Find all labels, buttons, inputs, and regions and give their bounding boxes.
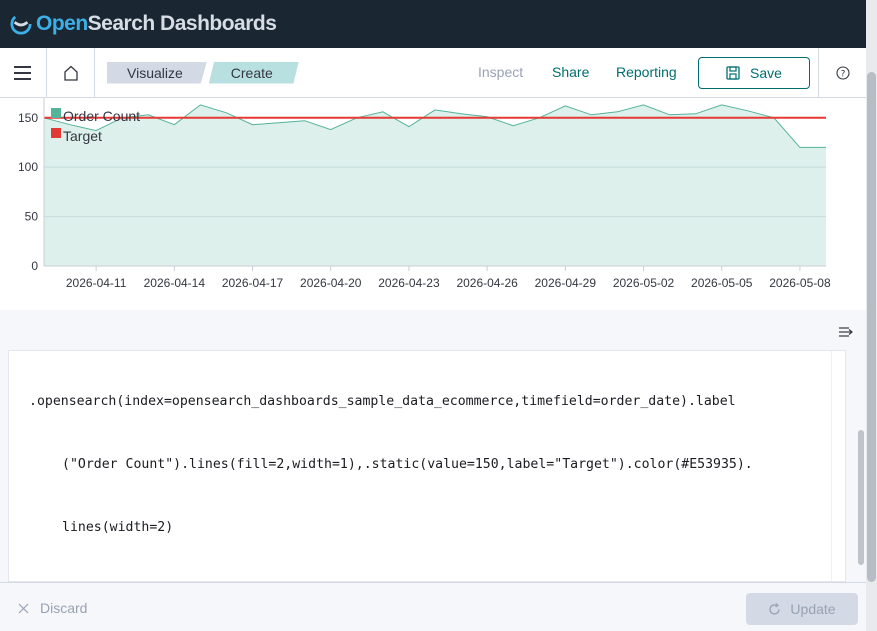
save-label: Save — [750, 65, 782, 81]
breadcrumb-create[interactable]: Create — [208, 61, 299, 84]
menu-button[interactable] — [0, 47, 47, 98]
top-header: OpenSearch Dashboards — [0, 0, 866, 48]
legend-label: Order Count — [63, 108, 140, 124]
editor-gutter-line — [831, 351, 832, 581]
code-line: lines(width=2) — [62, 520, 174, 535]
close-icon — [18, 603, 29, 613]
breadcrumb-label: Visualize — [127, 64, 183, 81]
discard-button[interactable]: Discard — [18, 600, 87, 616]
x-tick-label: 2026-05-02 — [613, 276, 675, 290]
editor-scrollbar[interactable] — [858, 430, 864, 565]
page-scrollbar[interactable] — [867, 72, 876, 582]
opensearch-logo-icon — [10, 13, 32, 35]
breadcrumb-visualize[interactable]: Visualize — [107, 61, 207, 84]
wrap-lines-icon[interactable] — [838, 325, 854, 339]
refresh-icon — [769, 602, 781, 615]
save-button[interactable]: Save — [698, 57, 810, 89]
share-button[interactable]: Share — [552, 64, 589, 80]
home-button[interactable] — [47, 47, 95, 98]
save-icon — [726, 66, 740, 80]
x-tick-label: 2026-04-14 — [144, 276, 206, 290]
inspect-button[interactable]: Inspect — [478, 64, 523, 80]
y-tick-label: 0 — [31, 259, 38, 273]
bottom-bar: Discard Update — [0, 582, 866, 631]
help-button[interactable]: ? — [818, 48, 866, 98]
y-tick-label: 50 — [25, 210, 39, 224]
x-tick-label: 2026-04-23 — [378, 276, 440, 290]
timeline-chart: 0 50 100 150 2026-04-11 2026-04-14 2026-04-17 2… — [18, 98, 831, 290]
app-bar: Visualize Create Inspect Share Reporting… — [0, 47, 866, 98]
breadcrumb-label: Create — [230, 64, 273, 81]
x-tick-label: 2026-04-11 — [66, 276, 127, 290]
x-tick-label: 2026-04-20 — [300, 276, 362, 290]
legend-label: Target — [63, 128, 102, 144]
code-line: .opensearch(index=opensearch_dashboards_… — [29, 394, 736, 409]
help-icon: ? — [835, 66, 850, 80]
expression-code[interactable]: .opensearch(index=opensearch_dashboards_… — [9, 349, 845, 580]
x-tick-label: 2026-04-26 — [456, 276, 518, 290]
update-label: Update — [790, 601, 836, 617]
hamburger-icon — [14, 65, 31, 80]
code-line: ("Order Count").lines(fill=2,width=1),.s… — [62, 457, 753, 472]
svg-text:?: ? — [840, 70, 845, 80]
chart-panel: 0 50 100 150 2026-04-11 2026-04-14 2026-04-17 2… — [0, 98, 866, 310]
reporting-button[interactable]: Reporting — [616, 64, 677, 80]
x-tick-label: 2026-05-05 — [691, 276, 753, 290]
legend-swatch — [51, 128, 61, 138]
update-button[interactable]: Update — [746, 593, 858, 625]
x-tick-label: 2026-04-29 — [535, 276, 597, 290]
x-tick-label: 2026-04-17 — [222, 276, 284, 290]
y-tick-label: 100 — [18, 160, 38, 174]
editor-toolbar — [0, 310, 866, 350]
app-logo[interactable]: OpenSearch Dashboards — [36, 12, 277, 36]
discard-label: Discard — [40, 600, 88, 616]
order-count-area — [44, 104, 826, 267]
x-tick-label: 2026-05-08 — [769, 276, 831, 290]
y-tick-label: 150 — [18, 111, 38, 125]
home-icon — [63, 65, 78, 81]
legend-swatch — [51, 108, 61, 118]
expression-editor[interactable]: .opensearch(index=opensearch_dashboards_… — [8, 350, 846, 582]
